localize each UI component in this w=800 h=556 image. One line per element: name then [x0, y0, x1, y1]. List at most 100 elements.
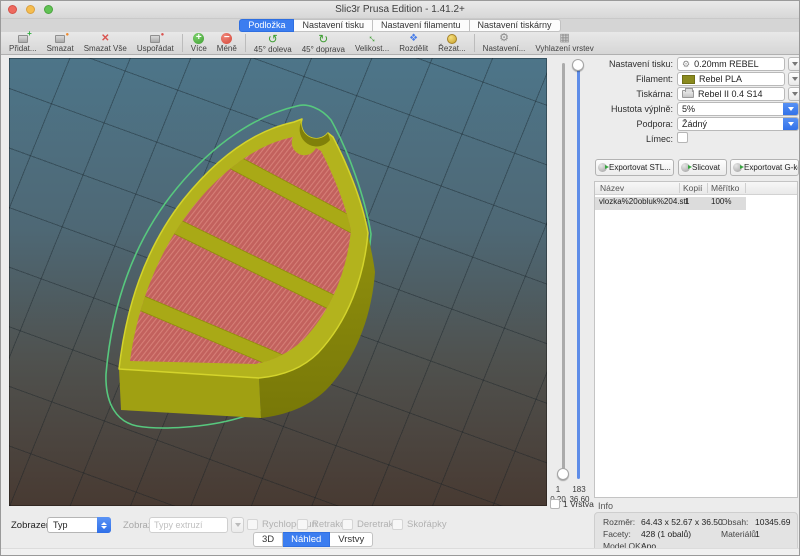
toolbar-button-vice[interactable]: + Více [186, 32, 212, 54]
view-mode-segmented-control: 3D Náhled Vrstvy [253, 532, 373, 547]
print-settings-combo[interactable]: ⚙ 0.20mm REBEL [677, 57, 785, 71]
extrusion-filter-input[interactable] [149, 517, 228, 533]
brim-checkbox[interactable] [677, 132, 688, 143]
infill-density-combo[interactable]: 5% [677, 102, 799, 116]
more-icon: + [193, 33, 204, 44]
export-stl-button[interactable]: Exportovat STL... [595, 159, 674, 176]
object-copies: 1 [685, 197, 689, 206]
toolbar-button-rezat[interactable]: Řezat... [433, 32, 471, 54]
chevron-down-icon [235, 523, 241, 527]
column-header-scale: Měřítko [711, 183, 739, 193]
app-window: Slic3r Prusa Edition - 1.41.2+ Podložka … [0, 0, 800, 556]
printer-combo[interactable]: Rebel II 0.4 S14 [677, 87, 785, 101]
z-slider-track[interactable] [577, 63, 580, 479]
fewer-icon: − [221, 33, 232, 44]
view-tab-3d[interactable]: 3D [253, 532, 283, 547]
arrange-icon: ● [150, 33, 160, 44]
retrakce-checkbox[interactable] [297, 519, 308, 530]
chevron-down-icon[interactable] [783, 117, 799, 131]
viewport-3d[interactable] [9, 58, 547, 506]
table-row[interactable]: vlozka%20obluk%204.stl 1 100% [595, 195, 797, 208]
layer-slider-knob[interactable] [557, 468, 569, 480]
chevron-down-icon [792, 92, 798, 96]
slice-button[interactable]: Slicovat [678, 159, 727, 176]
column-header-name: Název [600, 183, 624, 193]
toolbar-button-pridat[interactable]: + Přidat... [4, 32, 42, 54]
tab-podlozka[interactable]: Podložka [239, 19, 294, 32]
print-settings-label: Nastavení tisku: [591, 59, 673, 69]
rychloposun-checkbox[interactable] [247, 519, 258, 530]
layer-min-value: 1 [549, 485, 567, 494]
toolbar-button-45-doleva[interactable]: ↺ 45° doleva [249, 32, 297, 54]
print-settings-dropdown-button[interactable] [788, 57, 800, 71]
gear-icon: ⚙ [682, 60, 690, 69]
deretrakce-checkbox[interactable] [342, 519, 353, 530]
column-header-copies: Kopií [683, 183, 702, 193]
z-slider-knob[interactable] [572, 59, 584, 71]
info-box: Rozměr: 64.43 x 52.67 x 36.50 Obsah: 103… [594, 512, 798, 553]
toolbar-separator [474, 34, 475, 52]
view-tab-nahled[interactable]: Náhled [283, 532, 330, 547]
scale-icon: ↔ [367, 33, 378, 44]
skorapky-checkbox[interactable] [392, 519, 403, 530]
close-window-button[interactable] [8, 5, 17, 14]
chevron-down-icon [792, 77, 798, 81]
view-tab-vrstvy[interactable]: Vrstvy [330, 532, 373, 547]
volume-value: 10345.69 [755, 517, 790, 527]
object-scale: 100% [711, 197, 731, 206]
slice-icon [681, 163, 690, 172]
display-mode-popup[interactable]: Typ [47, 517, 111, 533]
extrusion-filter-dropdown-button[interactable] [231, 517, 244, 533]
chevron-down-icon[interactable] [783, 102, 799, 116]
export-icon [598, 163, 607, 172]
delete-icon: ● [55, 33, 65, 44]
export-gcode-button[interactable]: Exportovat G-kód... [730, 159, 799, 176]
toolbar-button-smazat[interactable]: ● Smazat [42, 32, 79, 54]
brim-label: Límec: [591, 134, 673, 144]
split-icon: ❖ [409, 33, 418, 44]
printer-icon [682, 90, 694, 98]
toolbar-button-velikost[interactable]: ↔ Velikost... [350, 32, 394, 54]
smooth-icon: ▦ [559, 33, 569, 44]
size-label: Rozměr: [603, 517, 635, 527]
printer-dropdown-button[interactable] [788, 87, 800, 101]
support-combo[interactable]: Žádný [677, 117, 799, 131]
window-footer [1, 548, 799, 555]
info-section-title: Info [598, 501, 613, 511]
tab-nastaveni-tisku[interactable]: Nastavení tisku [294, 19, 373, 32]
rotate-right-icon: ↻ [318, 33, 328, 45]
plate-3d-scene [9, 58, 547, 506]
tab-nastaveni-filamentu[interactable]: Nastavení filamentu [373, 19, 470, 32]
toolbar-button-vyhlazeni-vrstev[interactable]: ▦ Vyhlazení vrstev [530, 32, 598, 54]
rotate-left-icon: ↺ [268, 33, 278, 45]
object-list-header: Název Kopií Měřítko [595, 182, 797, 195]
option-skorapky[interactable]: Skořápky [392, 519, 447, 530]
tab-nastaveni-tiskarny[interactable]: Nastavení tiskárny [470, 19, 561, 32]
object-file-name: vlozka%20obluk%204.stl [599, 197, 688, 206]
popup-stepper-icon [97, 517, 111, 533]
materials-label: Materiálů: [721, 529, 758, 539]
main-tab-bar: Podložka Nastavení tisku Nastavení filam… [1, 19, 799, 32]
minimize-window-button[interactable] [26, 5, 35, 14]
chevron-down-icon [792, 62, 798, 66]
toolbar-button-nastaveni[interactable]: ⚙ Nastavení... [478, 32, 531, 54]
facets-value: 428 (1 obalů) [641, 529, 691, 539]
export-icon [733, 163, 742, 172]
zoom-window-button[interactable] [44, 5, 53, 14]
toolbar-button-smazat-vse[interactable]: ✕ Smazat Vše [79, 32, 132, 54]
toolbar-button-rozdelit[interactable]: ❖ Rozdělit [394, 32, 433, 54]
filament-label: Filament: [591, 74, 673, 84]
toolbar-button-45-doprava[interactable]: ↻ 45° doprava [297, 32, 350, 54]
layer-max-value: 183 [568, 485, 590, 494]
volume-label: Obsah: [721, 517, 748, 527]
add-icon: + [18, 33, 28, 44]
toolbar-button-usporadat[interactable]: ● Uspořádat [132, 32, 179, 54]
toolbar-button-mene[interactable]: − Méně [212, 32, 242, 54]
layer-slider-track[interactable] [562, 63, 565, 479]
cut-icon [447, 33, 457, 44]
gear-icon: ⚙ [499, 33, 509, 44]
filament-combo[interactable]: Rebel PLA [677, 72, 785, 86]
filament-dropdown-button[interactable] [788, 72, 800, 86]
toolbar: + Přidat... ● Smazat ✕ Smazat Vše ● Uspo… [1, 32, 799, 55]
toolbar-separator [245, 34, 246, 52]
